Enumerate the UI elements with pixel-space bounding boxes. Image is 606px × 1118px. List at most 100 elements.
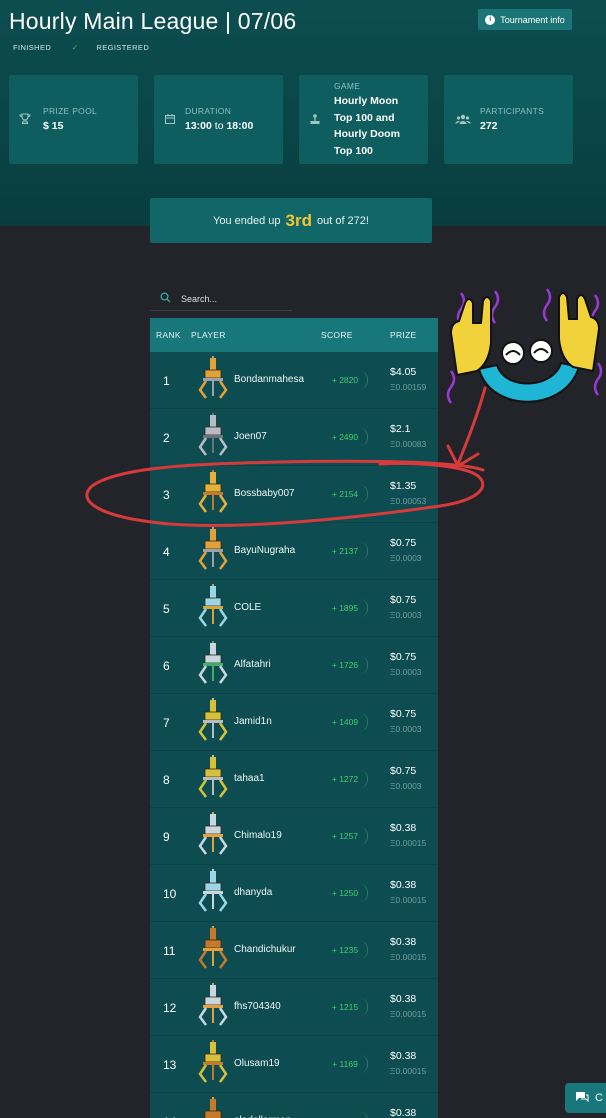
player-name[interactable]: Olusam19 [234, 1058, 280, 1069]
claw-avatar-icon [198, 698, 228, 741]
participants-value: 272 [480, 120, 498, 132]
game-card: GAME Hourly Moon Top 100 and Hourly Doom… [299, 75, 428, 164]
claw-avatar-icon [198, 926, 228, 969]
score-badge: + 2490 [323, 428, 368, 446]
game-line: Hourly Moon [334, 95, 399, 107]
claw-avatar-icon [198, 356, 228, 399]
score-badge: + 1272 [323, 770, 368, 788]
score-badge: + 2820 [323, 371, 368, 389]
prize-eth: Ξ0.00015 [390, 1009, 427, 1019]
trophy-icon [18, 112, 32, 126]
claw-avatar-icon [198, 812, 228, 855]
table-row[interactable]: 13 Olusam19 + 1169 $0.38 Ξ0.00015 [150, 1036, 438, 1093]
prize-eth: Ξ0.00159 [390, 382, 427, 392]
leaderboard-table: RANK PLAYER SCORE PRIZE 1 Bondanmahesa +… [150, 318, 438, 1118]
tournament-info-button[interactable]: i Tournament info [478, 9, 572, 30]
player-name[interactable]: Chandichukur [234, 944, 296, 955]
player-name[interactable]: fhs704340 [234, 1001, 281, 1012]
tournament-header: Hourly Main League | 07/06 FINISHED ✓ REG… [0, 0, 606, 226]
row-rank: 6 [163, 659, 170, 673]
column-score[interactable]: SCORE [321, 330, 353, 340]
column-player[interactable]: PLAYER [191, 330, 226, 340]
player-name[interactable]: Joen07 [234, 431, 267, 442]
column-prize[interactable]: PRIZE [390, 330, 417, 340]
duration-to: to [214, 120, 224, 132]
duration-start: 13:00 [185, 120, 212, 132]
score-badge: + 1169 [323, 1055, 368, 1073]
prize-usd: $0.38 [390, 822, 417, 834]
prize-usd: $0.38 [390, 993, 417, 1005]
table-row[interactable]: 14 eladollarman + 1163 $0.38 Ξ0.00015 [150, 1093, 438, 1118]
claw-avatar-icon [198, 983, 228, 1026]
claw-avatar-icon [198, 1040, 228, 1083]
prize-pool-label: PRIZE POOL [43, 106, 98, 116]
prize-usd: $2.1 [390, 423, 411, 435]
column-rank[interactable]: RANK [156, 330, 181, 340]
score-badge: + 1235 [323, 941, 368, 959]
calendar-icon [163, 112, 177, 126]
row-rank: 5 [163, 602, 170, 616]
player-name[interactable]: Chimalo19 [234, 830, 282, 841]
prize-eth: Ξ0.00083 [390, 439, 427, 449]
player-name[interactable]: COLE [234, 602, 261, 613]
table-row[interactable]: 7 Jamid1n + 1409 $0.75 Ξ0.0003 [150, 694, 438, 751]
score-badge: + 1257 [323, 827, 368, 845]
prize-eth: Ξ0.0003 [390, 610, 422, 620]
player-name[interactable]: dhanyda [234, 887, 272, 898]
game-line: Hourly Doom [334, 128, 400, 140]
row-rank: 1 [163, 374, 170, 388]
row-rank: 9 [163, 830, 170, 844]
claw-avatar-icon [198, 869, 228, 912]
table-row[interactable]: 9 Chimalo19 + 1257 $0.38 Ξ0.00015 [150, 808, 438, 865]
page-title: Hourly Main League | 07/06 [9, 8, 297, 34]
status-badge: FINISHED [13, 43, 52, 52]
prize-usd: $0.75 [390, 765, 417, 777]
result-suffix: out of 272! [316, 214, 369, 227]
game-label: GAME [334, 81, 361, 91]
prize-usd: $0.38 [390, 879, 417, 891]
table-row[interactable]: 11 Chandichukur + 1235 $0.38 Ξ0.00015 [150, 922, 438, 979]
player-name[interactable]: tahaa1 [234, 773, 265, 784]
table-row[interactable]: 5 COLE + 1895 $0.75 Ξ0.0003 [150, 580, 438, 637]
chat-button[interactable]: C [565, 1083, 606, 1113]
claw-avatar-icon [198, 413, 228, 456]
player-name[interactable]: Bondanmahesa [234, 374, 304, 385]
player-name[interactable]: BayuNugraha [234, 545, 295, 556]
prize-pool-value: $ 15 [43, 120, 64, 132]
prize-eth: Ξ0.0003 [390, 781, 422, 791]
game-line: Top 100 and [334, 111, 395, 124]
table-row[interactable]: 8 tahaa1 + 1272 $0.75 Ξ0.0003 [150, 751, 438, 808]
result-rank: 3rd [285, 210, 312, 230]
red-circle-annotation [85, 459, 485, 527]
chat-label: C [595, 1092, 603, 1104]
prize-usd: $0.75 [390, 708, 417, 720]
joystick-icon [308, 112, 322, 126]
search-icon [160, 292, 171, 306]
score-badge: + 1163 [323, 1112, 368, 1118]
tournament-info-label: Tournament info [500, 14, 565, 25]
participants-label: PARTICIPANTS [480, 106, 545, 116]
duration-end: 18:00 [226, 120, 254, 132]
search-input[interactable] [181, 291, 286, 307]
registered-label: REGISTERED [96, 43, 150, 52]
claw-avatar-icon [198, 641, 228, 684]
prize-eth: Ξ0.0003 [390, 667, 422, 677]
prize-eth: Ξ0.00015 [390, 838, 427, 848]
claw-avatar-icon [204, 1097, 222, 1118]
table-row[interactable]: 1 Bondanmahesa + 2820 $4.05 Ξ0.00159 [150, 352, 438, 409]
prize-usd: $0.38 [390, 1050, 417, 1062]
score-badge: + 1726 [323, 656, 368, 674]
info-icon: i [485, 14, 496, 25]
table-row[interactable]: 12 fhs704340 + 1215 $0.38 Ξ0.00015 [150, 979, 438, 1036]
player-name[interactable]: Alfatahri [234, 659, 271, 670]
game-line: Top 100 [334, 144, 373, 157]
table-row[interactable]: 6 Alfatahri + 1726 $0.75 Ξ0.0003 [150, 637, 438, 694]
prize-usd: $0.75 [390, 537, 417, 549]
table-row[interactable]: 10 dhanyda + 1250 $0.38 Ξ0.00015 [150, 865, 438, 922]
score-badge: + 1250 [323, 884, 368, 902]
player-name[interactable]: Jamid1n [234, 716, 272, 727]
row-rank: 2 [163, 431, 170, 445]
row-rank: 4 [163, 545, 170, 559]
prize-usd: $0.38 [390, 1107, 417, 1118]
row-rank: 8 [163, 773, 170, 787]
